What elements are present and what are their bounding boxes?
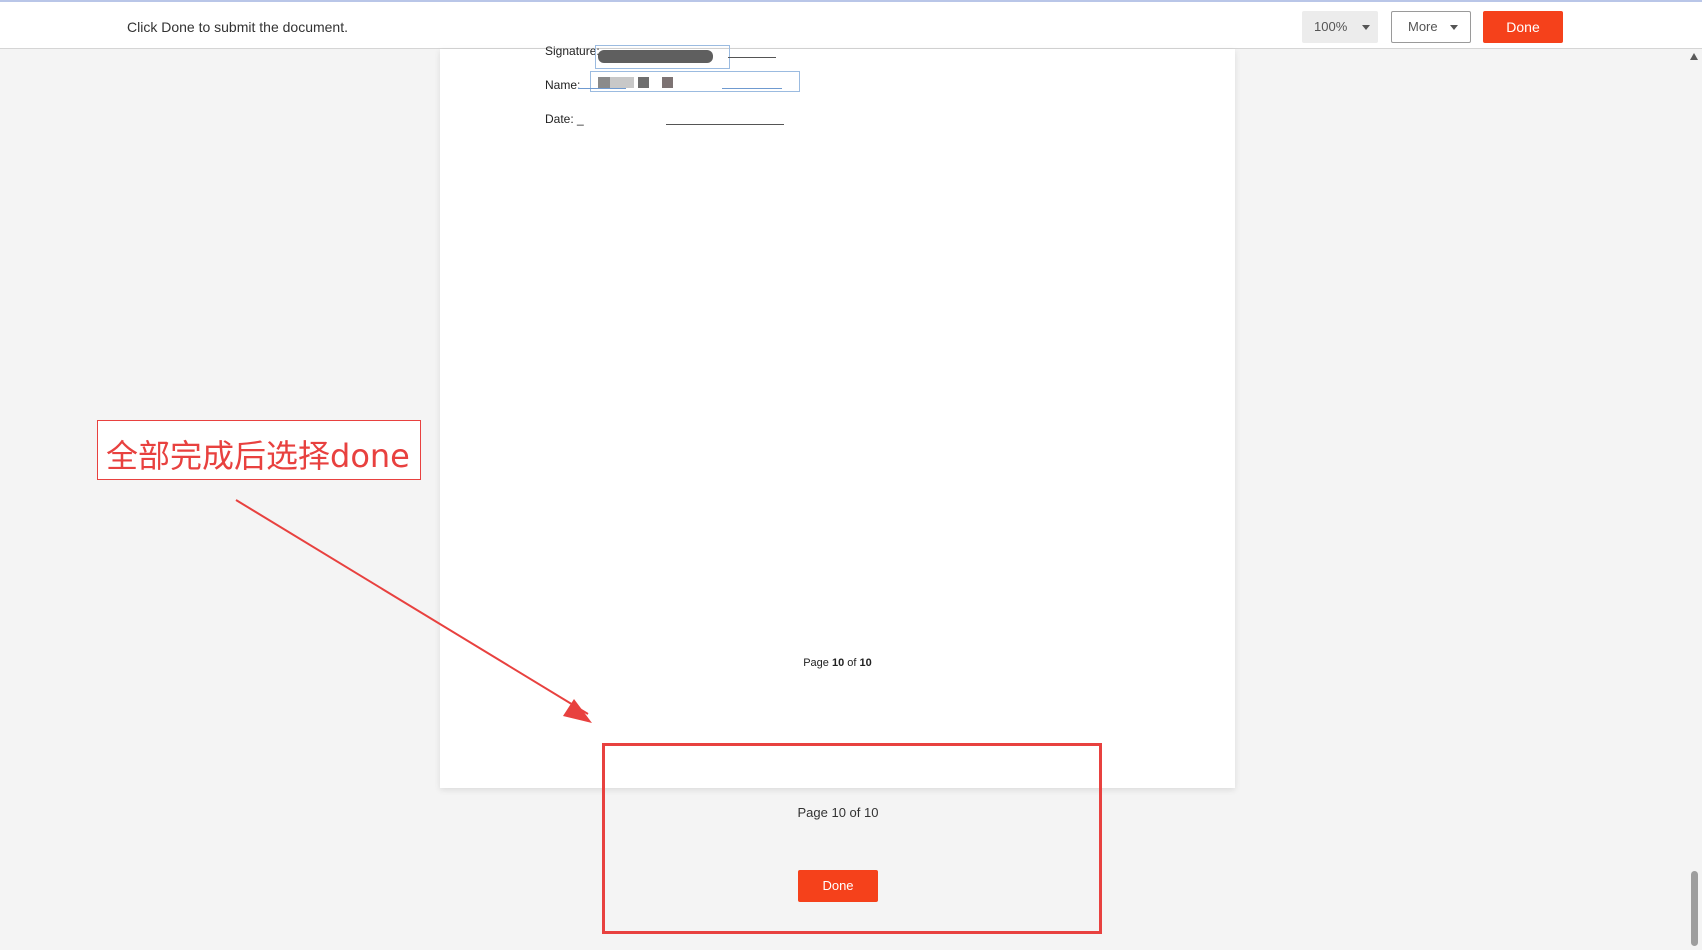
date-label: Date: _: [545, 112, 584, 126]
name-underline: [722, 88, 782, 89]
more-button[interactable]: More: [1391, 11, 1471, 43]
highlight-box: [602, 743, 1102, 934]
annotation-callout: 全部完成后选择done: [97, 420, 421, 480]
toolbar: Click Done to submit the document. 100% …: [0, 2, 1702, 49]
done-button-top[interactable]: Done: [1483, 11, 1563, 43]
name-label: Name:: [545, 78, 581, 92]
caret-down-icon: [1450, 25, 1458, 30]
triangle-up-icon[interactable]: [1690, 53, 1698, 60]
more-label: More: [1408, 19, 1438, 34]
name-underline: [578, 88, 626, 89]
instruction-text: Click Done to submit the document.: [127, 19, 348, 35]
caret-down-icon: [1362, 25, 1370, 30]
date-underline: [666, 124, 784, 125]
redacted-block: [598, 77, 610, 88]
redacted-block: [610, 77, 634, 88]
scrollbar-thumb[interactable]: [1691, 871, 1698, 946]
redacted-block: [662, 77, 673, 88]
signature-ink: [598, 50, 713, 63]
zoom-value: 100%: [1314, 19, 1348, 34]
zoom-select[interactable]: 100%: [1302, 11, 1378, 43]
annotation-text: 全部完成后选择done: [106, 437, 410, 475]
document-page-number: Page 10 of 10: [803, 657, 872, 669]
signature-label: Signature:: [545, 44, 600, 58]
document-page: Signature: Name: Date: _ Page 10 of 10: [440, 44, 1235, 788]
signature-underline: [728, 57, 776, 58]
scrollbar[interactable]: [1687, 49, 1702, 950]
redacted-block: [638, 77, 649, 88]
